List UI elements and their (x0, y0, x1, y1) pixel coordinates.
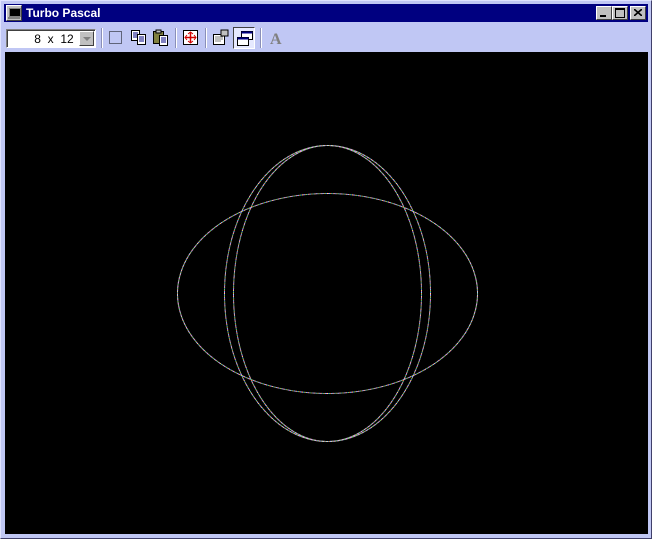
graphics-canvas[interactable] (5, 52, 648, 534)
toolbar-separator (175, 28, 177, 48)
toolbar-separator (260, 28, 262, 48)
horizontal-ellipse (177, 193, 478, 394)
ellipse-drawing (177, 145, 478, 442)
background-icon (237, 31, 253, 46)
dos-window: Turbo Pascal 8 x 12 A (0, 0, 652, 539)
close-icon (634, 9, 642, 16)
font-size-select[interactable]: 8 x 12 (6, 29, 96, 48)
svg-text:A: A (270, 31, 282, 47)
close-button[interactable] (630, 6, 646, 20)
full-screen-button[interactable] (180, 27, 202, 49)
vertical-ellipse-inner (233, 145, 422, 442)
copy-icon (131, 30, 146, 45)
copy-button[interactable] (128, 27, 150, 49)
vertical-ellipse-outer (224, 145, 431, 442)
maximize-button[interactable] (612, 6, 628, 20)
paste-icon (153, 29, 168, 46)
full-screen-icon (183, 30, 198, 45)
dropdown-arrow-button[interactable] (79, 31, 94, 46)
dotted-rectangle-icon (109, 31, 122, 44)
properties-button[interactable] (210, 27, 232, 49)
mark-button[interactable] (105, 27, 127, 49)
title-bar[interactable]: Turbo Pascal (4, 4, 648, 22)
toolbar: 8 x 12 A (4, 25, 648, 51)
msdos-app-icon[interactable] (6, 5, 22, 21)
font-button[interactable]: A (265, 27, 287, 49)
background-button[interactable] (233, 27, 255, 49)
font-size-value: 8 x 12 (30, 32, 77, 46)
paste-button[interactable] (150, 27, 172, 49)
minimize-button[interactable] (596, 6, 612, 20)
font-a-icon: A (270, 31, 282, 47)
toolbar-separator (101, 28, 103, 48)
window-title: Turbo Pascal (26, 6, 101, 20)
properties-icon (213, 29, 229, 45)
toolbar-separator (205, 28, 207, 48)
